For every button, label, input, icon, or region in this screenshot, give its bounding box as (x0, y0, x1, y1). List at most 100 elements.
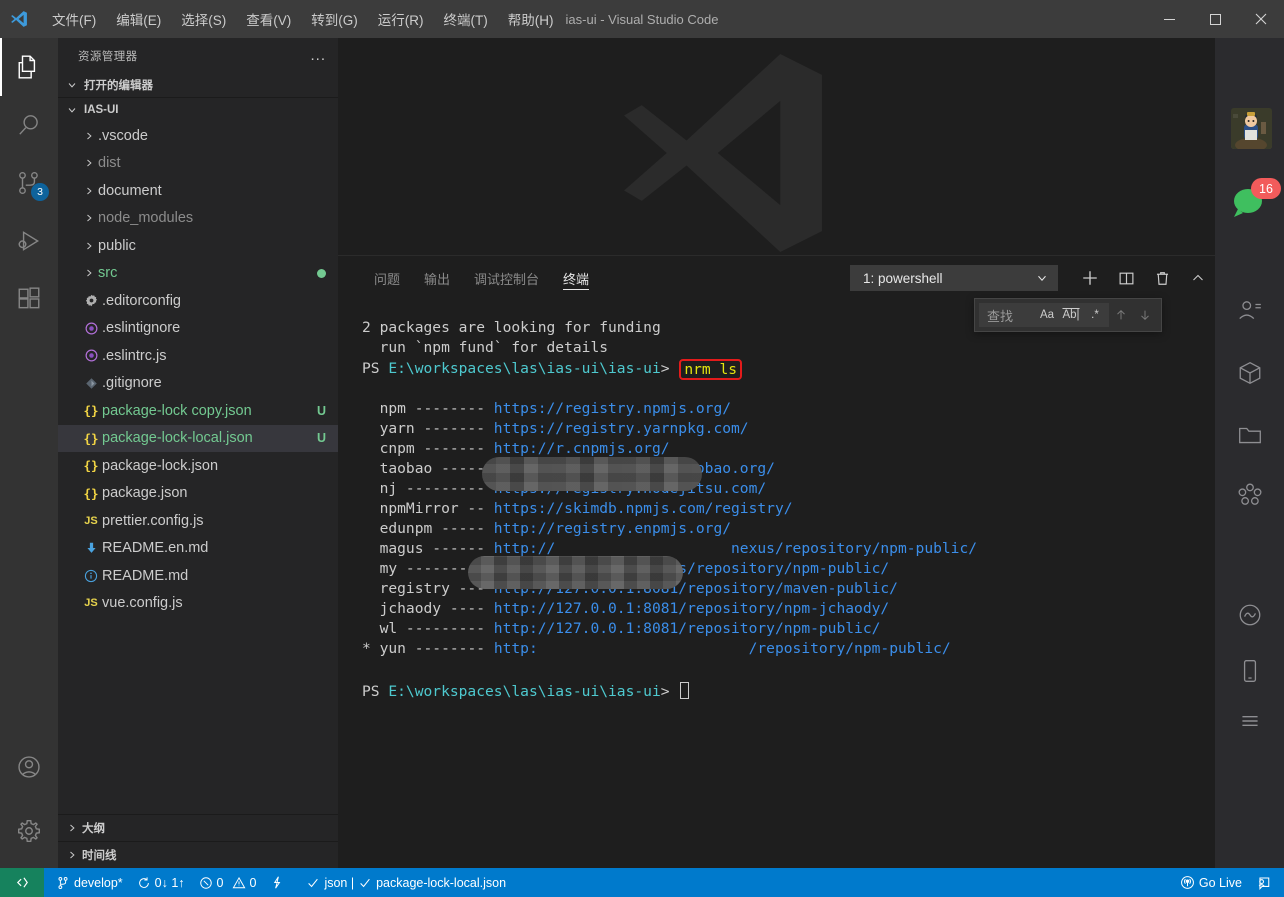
file-tree-row[interactable]: {} package-lock copy.json U (58, 397, 338, 425)
panel-actions[interactable]: 1: powershell (850, 256, 1216, 300)
panel-tab-problems[interactable]: 问题 (362, 256, 412, 300)
status-problems[interactable]: 0 0 (192, 868, 264, 897)
sidebar-section-open-editors[interactable]: 打开的编辑器 (58, 73, 338, 97)
chevron-right-icon[interactable] (80, 185, 98, 197)
menu-run[interactable]: 运行(R) (368, 6, 434, 32)
file-tree[interactable]: .vscode dist document node_modules public src… (58, 121, 338, 814)
file-tree-row[interactable]: .eslintignore (58, 315, 338, 343)
close-icon[interactable] (1238, 0, 1284, 38)
rightbar-menu[interactable] (1215, 696, 1284, 746)
find-input[interactable]: 查找 Aa Ab| .* (979, 303, 1109, 327)
menu-help[interactable]: 帮助(H) (498, 6, 564, 32)
file-tree-row[interactable]: .eslintrc.js (58, 342, 338, 370)
split-terminal-button[interactable] (1108, 260, 1144, 296)
chevron-right-icon[interactable] (80, 130, 98, 142)
chevron-right-icon[interactable] (80, 240, 98, 252)
terminal-line: npm -------- https://registry.npmjs.org/ (362, 399, 1284, 419)
status-sync[interactable]: 0↓ 1↑ (130, 868, 192, 897)
chevron-down-icon (64, 77, 80, 93)
activitybar-run-debug[interactable] (0, 212, 58, 270)
maximize-icon[interactable] (1192, 0, 1238, 38)
file-tree-row[interactable]: .vscode (58, 122, 338, 150)
user-avatar[interactable] (1231, 108, 1272, 149)
file-tree-label: document (98, 182, 162, 199)
status-branch[interactable]: develop* (49, 868, 130, 897)
file-tree-row[interactable]: {} package.json (58, 480, 338, 508)
file-tree-row[interactable]: JS prettier.config.js (58, 507, 338, 535)
activitybar-account[interactable] (0, 738, 58, 796)
file-tree-row[interactable]: dist (58, 150, 338, 178)
file-tree-row[interactable]: README.md (58, 562, 338, 590)
file-status-badge: U (316, 431, 326, 446)
rightbar-packages[interactable] (1215, 348, 1284, 398)
file-tree-row[interactable]: document (58, 177, 338, 205)
window-controls[interactable] (1146, 0, 1284, 38)
menu-selection[interactable]: 选择(S) (171, 6, 236, 32)
file-tree-row[interactable]: public (58, 232, 338, 260)
file-tree-row[interactable]: {} package-lock-local.json U (58, 424, 338, 452)
chevron-down-icon (64, 102, 80, 118)
rightbar-contacts[interactable] (1215, 286, 1284, 336)
status-go-live[interactable]: Go Live (1173, 868, 1249, 897)
file-tree-row[interactable]: README.en.md (58, 535, 338, 563)
activitybar-search[interactable] (0, 96, 58, 154)
file-tree-label: package-lock-local.json (102, 430, 253, 447)
chevron-right-icon[interactable] (80, 157, 98, 169)
folder-modified-dot (317, 268, 326, 278)
regex-option[interactable]: .* (1085, 305, 1105, 325)
kill-terminal-button[interactable] (1144, 260, 1180, 296)
menu-view[interactable]: 查看(V) (236, 6, 301, 32)
file-tree-row[interactable]: {} package-lock.json (58, 452, 338, 480)
panel-tab-debug-console[interactable]: 调试控制台 (462, 256, 551, 300)
panel-tab-output[interactable]: 输出 (412, 256, 462, 300)
sidebar-section-outline[interactable]: 大纲 (58, 814, 338, 841)
terminal-text: yun -------- (379, 640, 494, 657)
sidebar-section-project[interactable]: IAS-UI (58, 97, 338, 121)
find-previous-button[interactable] (1109, 303, 1133, 327)
match-case-option[interactable]: Aa (1037, 305, 1057, 325)
file-tree-label: README.en.md (102, 540, 209, 557)
file-tree-row[interactable]: src (58, 260, 338, 288)
rightbar-miniprogram[interactable] (1215, 590, 1284, 640)
chevron-right-icon[interactable] (80, 267, 98, 279)
rightbar-mobile[interactable] (1215, 646, 1284, 696)
find-next-button[interactable] (1133, 303, 1157, 327)
sidebar-more-actions-icon[interactable]: ... (310, 47, 326, 64)
panel-tab-terminal[interactable]: 终端 (551, 256, 601, 300)
file-tree-row[interactable]: node_modules (58, 205, 338, 233)
file-tree-row[interactable]: .editorconfig (58, 287, 338, 315)
status-error-count: 0 (216, 875, 224, 890)
menu-edit[interactable]: 编辑(E) (106, 6, 171, 32)
menu-bar[interactable]: 文件(F) 编辑(E) 选择(S) 查看(V) 转到(G) 运行(R) 终端(T… (42, 0, 564, 38)
chevron-right-icon[interactable] (80, 212, 98, 224)
terminal-find-widget[interactable]: 查找 Aa Ab| .* (974, 298, 1162, 332)
activitybar-explorer[interactable] (0, 38, 58, 96)
activitybar-extensions[interactable] (0, 270, 58, 328)
whole-word-option[interactable]: Ab| (1061, 305, 1081, 325)
file-tree-row[interactable]: JS vue.config.js (58, 590, 338, 618)
rightbar-files[interactable] (1215, 410, 1284, 460)
terminal-cursor[interactable] (680, 682, 690, 699)
terminal-selector-dropdown[interactable]: 1: powershell (850, 265, 1058, 291)
terminal-text: edunpm ----- (362, 520, 494, 537)
status-lightning[interactable] (263, 868, 291, 897)
status-feedback[interactable] (1249, 868, 1278, 897)
file-tree-row[interactable]: .gitignore (58, 370, 338, 398)
status-eslint[interactable]: json | package-lock-local.json (299, 868, 513, 897)
activitybar-settings[interactable] (0, 802, 58, 860)
menu-terminal[interactable]: 终端(T) (434, 6, 498, 32)
panel-tab-bar[interactable]: 问题 输出 调试控制台 终端 1: powershell (338, 256, 1284, 300)
minimize-icon[interactable] (1146, 0, 1192, 38)
activitybar-source-control[interactable]: 3 (0, 154, 58, 212)
info-file-icon (80, 569, 102, 583)
project-root-label: IAS-UI (84, 103, 119, 116)
file-tree-label: .editorconfig (102, 292, 181, 309)
sidebar-section-timeline[interactable]: 时间线 (58, 841, 338, 868)
menu-go[interactable]: 转到(G) (301, 6, 368, 32)
maximize-panel-button[interactable] (1180, 260, 1216, 296)
menu-file[interactable]: 文件(F) (42, 6, 106, 32)
new-terminal-button[interactable] (1072, 260, 1108, 296)
remote-window-indicator[interactable] (0, 868, 44, 897)
rightbar-plugins[interactable] (1215, 470, 1284, 520)
